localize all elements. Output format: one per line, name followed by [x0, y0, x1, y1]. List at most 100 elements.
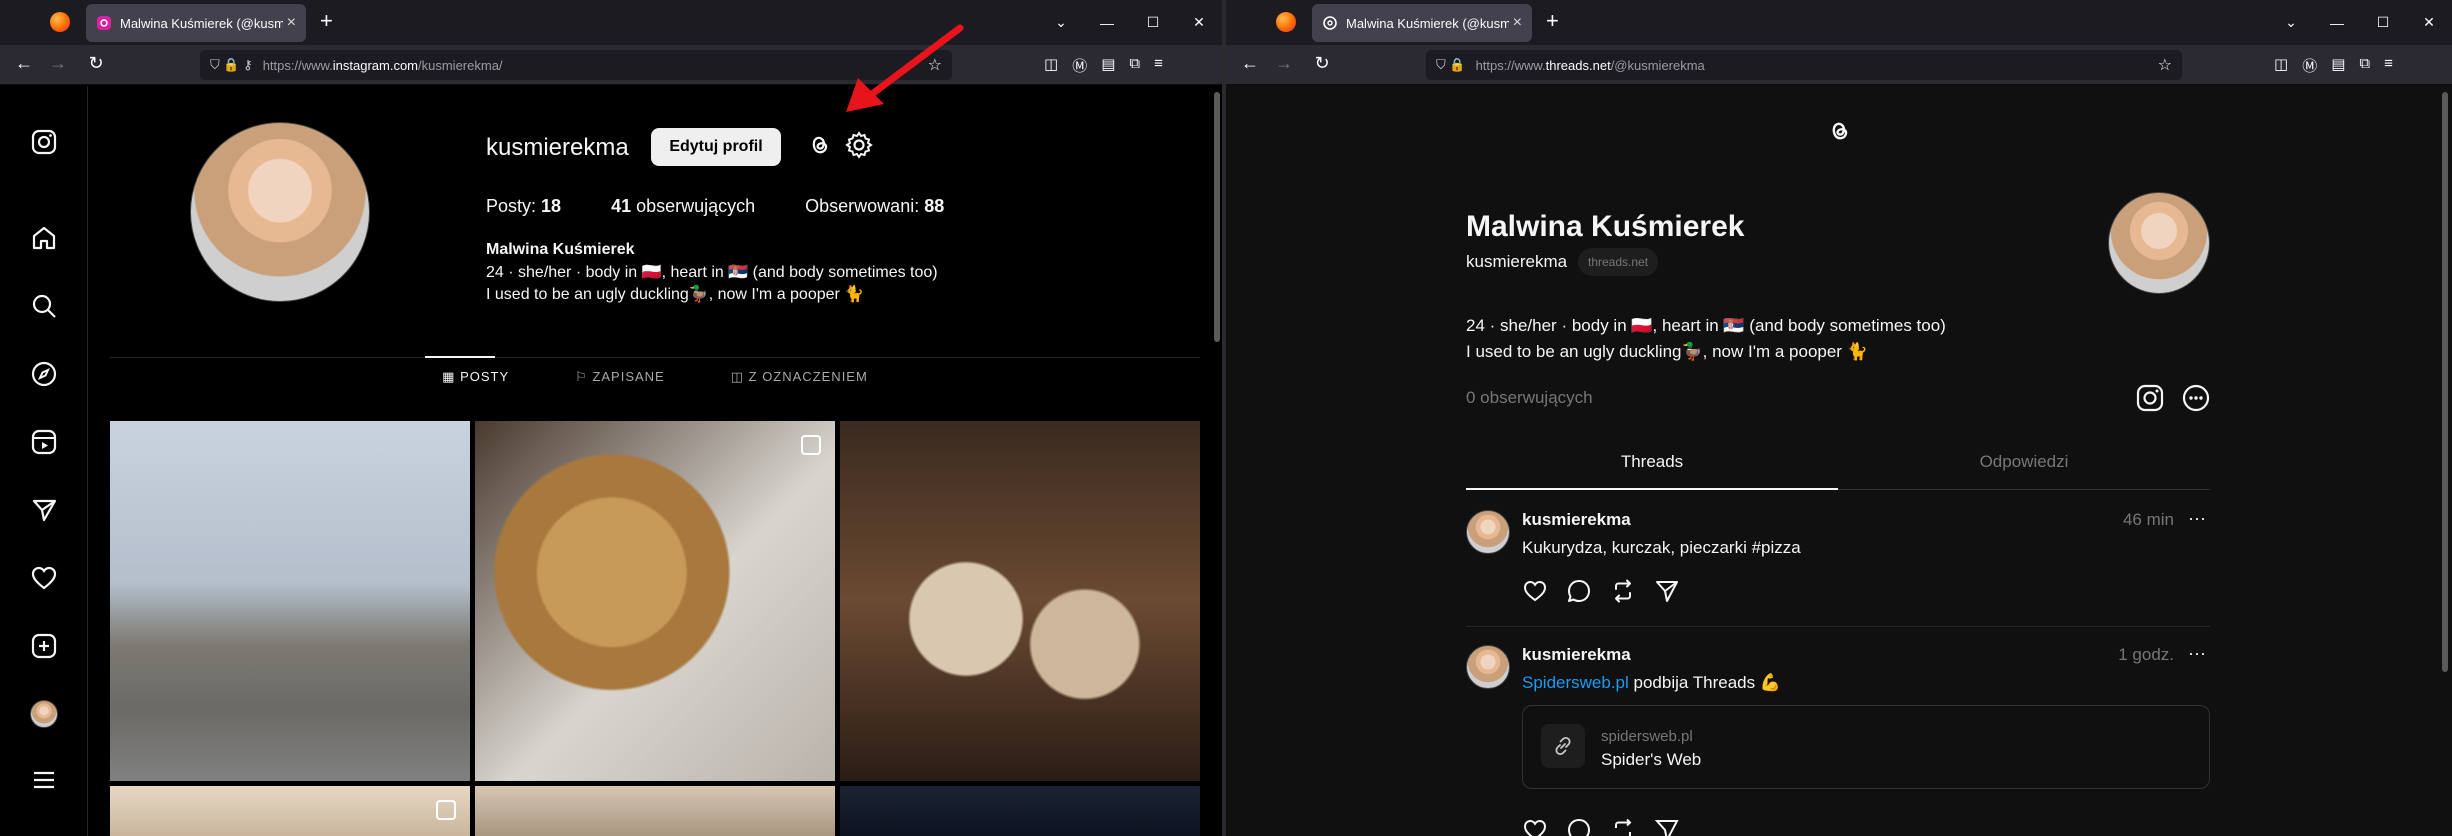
post-username[interactable]: kusmierekma: [1522, 645, 1631, 665]
tab-bar: Malwina Kuśmierek (@kusmierekma) × + ⌄ —…: [1226, 0, 2452, 45]
create-icon[interactable]: [30, 632, 58, 660]
post-thumbnail[interactable]: [110, 421, 470, 781]
thread-post: kusmierekma 46 min ··· Kukurydza, kurcza…: [1466, 508, 2210, 627]
reels-icon[interactable]: [30, 428, 58, 456]
firefox-icon[interactable]: [50, 12, 70, 32]
messages-icon[interactable]: [30, 496, 58, 524]
reply-icon[interactable]: [1566, 817, 1592, 836]
tab-replies[interactable]: Odpowiedzi: [1838, 448, 2210, 490]
scrollbar[interactable]: [1214, 92, 1220, 342]
post-avatar[interactable]: [1466, 645, 1510, 689]
post-thumbnail[interactable]: [840, 421, 1200, 781]
close-window-icon[interactable]: ✕: [1176, 0, 1222, 45]
post-more-icon[interactable]: ···: [2188, 508, 2206, 529]
profile-avatar[interactable]: [2108, 192, 2210, 294]
forward-icon[interactable]: →: [46, 53, 70, 74]
pocket-icon[interactable]: ◫: [1044, 55, 1058, 76]
new-tab-icon[interactable]: +: [1546, 10, 1559, 32]
like-icon[interactable]: [1522, 578, 1548, 604]
like-icon[interactable]: [1522, 817, 1548, 836]
notifications-heart-icon[interactable]: [30, 564, 58, 592]
tab-tagged[interactable]: ◫ Z OZNACZENIEM: [731, 369, 868, 385]
post-avatar[interactable]: [1466, 510, 1510, 554]
stat-following[interactable]: Obserwowani: 88: [805, 196, 944, 217]
reader-icon[interactable]: ▤: [1101, 55, 1115, 76]
threads-icon[interactable]: [804, 130, 834, 160]
link-icon: [1541, 724, 1585, 768]
tab-instagram[interactable]: Malwina Kuśmierek (@kusmierekma) ×: [86, 4, 306, 42]
back-icon[interactable]: ←: [12, 53, 36, 74]
tab-list-icon[interactable]: ⌄: [2268, 0, 2314, 45]
reload-icon[interactable]: ↻: [1310, 53, 1334, 74]
url-text[interactable]: https://www.threads.net/@kusmierekma: [1476, 58, 1705, 73]
scrollbar[interactable]: [2442, 92, 2448, 672]
share-icon[interactable]: [1654, 578, 1680, 604]
shield-icon[interactable]: ⛉ 🔒: [1436, 57, 1466, 73]
bookmark-star-icon[interactable]: ☆: [2158, 55, 2172, 75]
profile-bio: 24 · she/her · body in 🇵🇱, heart in 🇷🇸 (…: [486, 264, 938, 303]
post-more-icon[interactable]: ···: [2188, 643, 2206, 664]
annotation-arrow-icon: [846, 24, 964, 112]
account-icon[interactable]: Ⓜ: [2302, 55, 2317, 76]
menu-icon[interactable]: ≡: [2384, 55, 2393, 76]
tab-list-icon[interactable]: ⌄: [1038, 0, 1084, 45]
close-window-icon[interactable]: ✕: [2406, 0, 2452, 45]
menu-icon[interactable]: ≡: [1154, 55, 1163, 76]
extensions-icon[interactable]: ⧉: [2359, 55, 2370, 76]
url-text[interactable]: https://www.instagram.com/kusmierekma/: [263, 58, 503, 73]
search-icon[interactable]: [30, 292, 58, 320]
extensions-icon[interactable]: ⧉: [1129, 55, 1140, 76]
profile-avatar-icon[interactable]: [30, 700, 58, 728]
instagram-favicon-icon: [97, 16, 111, 30]
more-menu-icon[interactable]: [30, 766, 58, 794]
browser-window-threads: Malwina Kuśmierek (@kusmierekma) × + ⌄ —…: [1226, 0, 2452, 836]
url-bar[interactable]: ⛉ 🔒 https://www.threads.net/@kusmierekma…: [1426, 50, 2182, 80]
tab-threads[interactable]: Malwina Kuśmierek (@kusmierekma) ×: [1312, 4, 1532, 42]
profile-handle: kusmierekma: [1466, 252, 1568, 271]
tab-bar: Malwina Kuśmierek (@kusmierekma) × + ⌄ —…: [0, 0, 1222, 45]
repost-icon[interactable]: [1610, 578, 1636, 604]
instagram-logo-icon[interactable]: [30, 128, 58, 156]
shield-icon[interactable]: ⛉ 🔒 ⚷: [210, 57, 253, 73]
post-username[interactable]: kusmierekma: [1522, 510, 1631, 530]
post-thumbnail[interactable]: [840, 786, 1200, 836]
firefox-icon[interactable]: [1276, 12, 1296, 32]
post-thumbnail[interactable]: [475, 786, 835, 836]
account-icon[interactable]: Ⓜ: [1072, 55, 1087, 76]
threads-logo-icon[interactable]: [1824, 116, 1854, 146]
tab-threads[interactable]: Threads: [1466, 448, 1838, 490]
maximize-icon[interactable]: ☐: [2360, 0, 2406, 45]
repost-icon[interactable]: [1610, 817, 1636, 836]
reload-icon[interactable]: ↻: [84, 53, 108, 74]
stat-followers[interactable]: 41 obserwujących: [611, 196, 755, 217]
more-options-icon[interactable]: [2180, 382, 2212, 414]
pocket-icon[interactable]: ◫: [2274, 55, 2288, 76]
minimize-icon[interactable]: —: [1084, 0, 1130, 45]
settings-gear-icon[interactable]: [844, 130, 874, 160]
home-icon[interactable]: [30, 224, 58, 252]
share-icon[interactable]: [1654, 817, 1680, 836]
edit-profile-button[interactable]: Edytuj profil: [651, 128, 781, 166]
post-thumbnail[interactable]: [475, 421, 835, 781]
close-tab-icon[interactable]: ×: [287, 14, 296, 32]
reply-icon[interactable]: [1566, 578, 1592, 604]
back-icon[interactable]: ←: [1238, 53, 1262, 74]
forward-icon[interactable]: →: [1272, 53, 1296, 74]
instagram-icon[interactable]: [2134, 382, 2166, 414]
close-tab-icon[interactable]: ×: [1513, 14, 1522, 32]
nav-bar: ← → ↻ ⛉ 🔒 https://www.threads.net/@kusmi…: [1226, 45, 2452, 85]
post-link[interactable]: Spidersweb.pl: [1522, 673, 1629, 692]
link-preview-card[interactable]: spidersweb.pl Spider's Web: [1522, 705, 2210, 789]
post-text: Kukurydza, kurczak, pieczarki #pizza: [1522, 538, 1801, 557]
followers-count[interactable]: 0 obserwujących: [1466, 388, 1593, 408]
tab-saved[interactable]: ⚐ ZAPISANE: [575, 369, 665, 385]
explore-icon[interactable]: [30, 360, 58, 388]
profile-avatar[interactable]: [190, 122, 370, 302]
minimize-icon[interactable]: —: [2314, 0, 2360, 45]
reader-icon[interactable]: ▤: [2331, 55, 2345, 76]
domain-badge[interactable]: threads.net: [1578, 248, 1659, 276]
maximize-icon[interactable]: ☐: [1130, 0, 1176, 45]
tab-posts[interactable]: ▦ POSTY: [442, 369, 509, 385]
post-thumbnail[interactable]: [110, 786, 470, 836]
new-tab-icon[interactable]: +: [320, 10, 333, 32]
